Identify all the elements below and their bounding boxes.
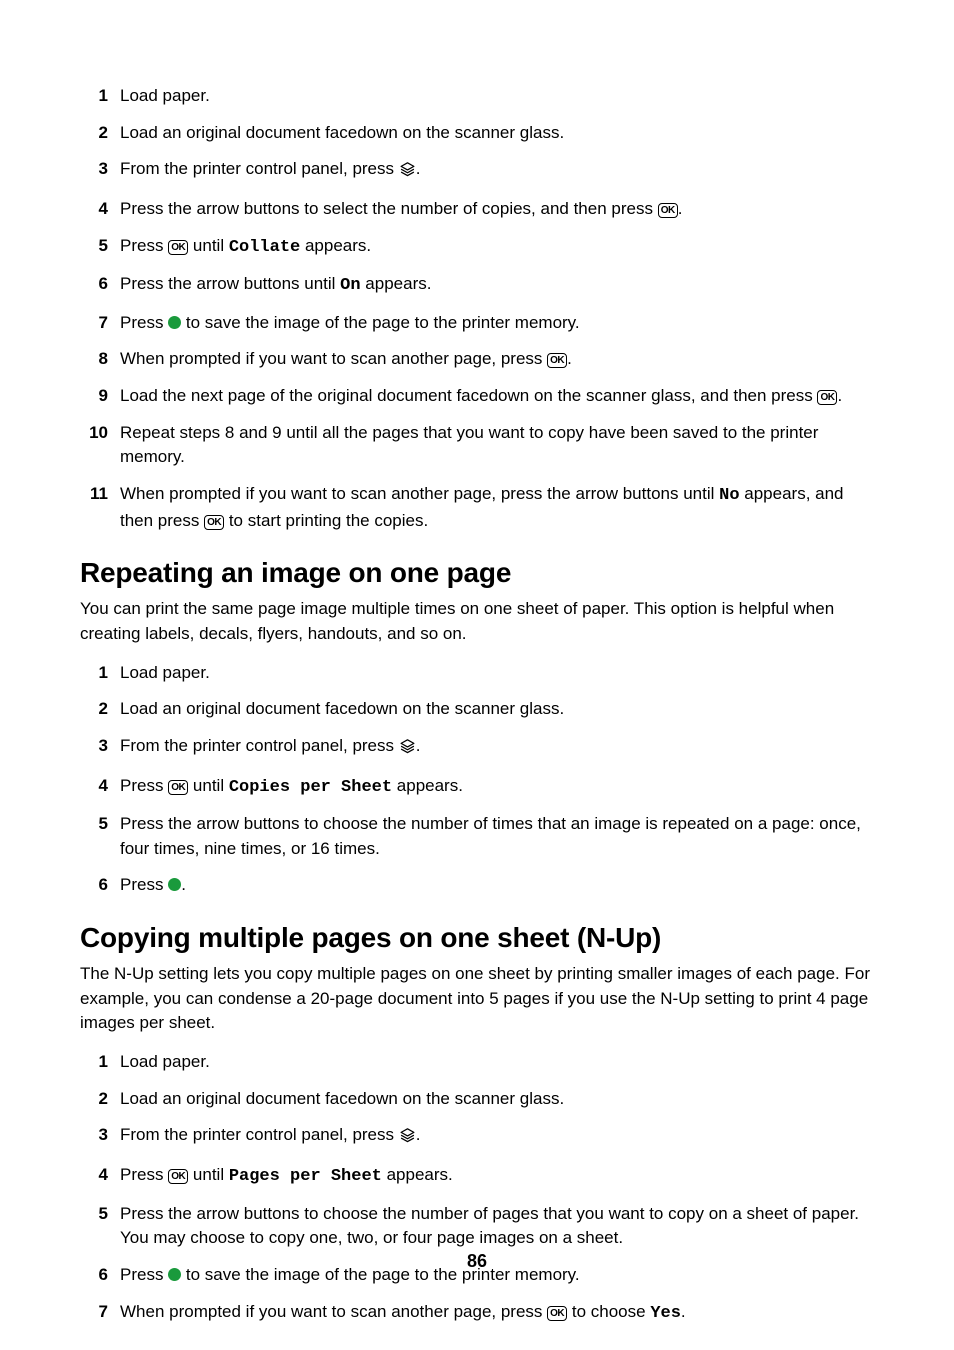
- step-item: Press the arrow buttons to choose the nu…: [80, 812, 874, 861]
- step-item: Press OK until Collate appears.: [80, 234, 874, 261]
- ok-key-icon: OK: [658, 203, 678, 218]
- copy-mode-icon: [399, 737, 416, 762]
- copy-mode-icon: [399, 160, 416, 185]
- step-item: Press the arrow buttons to choose the nu…: [80, 1202, 874, 1251]
- ok-key-icon: OK: [168, 240, 188, 255]
- display-label: No: [719, 486, 739, 505]
- step-item: Load an original document facedown on th…: [80, 121, 874, 146]
- step-item: Press the arrow buttons to select the nu…: [80, 197, 874, 222]
- copy-mode-icon: [399, 1126, 416, 1151]
- step-item: Press to save the image of the page to t…: [80, 311, 874, 336]
- step-item: Press .: [80, 873, 874, 898]
- step-item: Press OK until Copies per Sheet appears.: [80, 774, 874, 801]
- step-item: Load paper.: [80, 1050, 874, 1075]
- step-item: Load paper.: [80, 84, 874, 109]
- step-item: When prompted if you want to scan anothe…: [80, 482, 874, 533]
- ok-key-icon: OK: [547, 353, 567, 368]
- procedure-steps-c: Load paper. Load an original document fac…: [80, 1050, 874, 1326]
- page-number: 86: [0, 1251, 954, 1272]
- ok-key-icon: OK: [168, 1169, 188, 1184]
- para-nup: The N-Up setting lets you copy multiple …: [80, 962, 874, 1036]
- step-item: Load paper.: [80, 661, 874, 686]
- heading-repeating-image: Repeating an image on one page: [80, 557, 874, 589]
- step-item: Load the next page of the original docum…: [80, 384, 874, 409]
- step-item: When prompted if you want to scan anothe…: [80, 1300, 874, 1327]
- display-label: Pages per Sheet: [229, 1167, 382, 1186]
- start-button-icon: [168, 878, 181, 891]
- para-repeating-image: You can print the same page image multip…: [80, 597, 874, 646]
- display-label: Yes: [650, 1304, 681, 1323]
- ok-key-icon: OK: [168, 780, 188, 795]
- display-label: On: [340, 276, 360, 295]
- step-item: From the printer control panel, press .: [80, 734, 874, 762]
- heading-nup: Copying multiple pages on one sheet (N-U…: [80, 922, 874, 954]
- procedure-steps-b: Load paper. Load an original document fac…: [80, 661, 874, 898]
- display-label: Copies per Sheet: [229, 778, 392, 797]
- display-label: Collate: [229, 238, 300, 257]
- ok-key-icon: OK: [204, 515, 224, 530]
- procedure-steps-a: Load paper. Load an original document fac…: [80, 84, 874, 533]
- ok-key-icon: OK: [547, 1306, 567, 1321]
- step-item: When prompted if you want to scan anothe…: [80, 347, 874, 372]
- ok-key-icon: OK: [817, 390, 837, 405]
- start-button-icon: [168, 316, 181, 329]
- step-item: Load an original document facedown on th…: [80, 697, 874, 722]
- step-item: Press the arrow buttons until On appears…: [80, 272, 874, 299]
- step-item: Load an original document facedown on th…: [80, 1087, 874, 1112]
- step-item: Repeat steps 8 and 9 until all the pages…: [80, 421, 874, 470]
- step-item: From the printer control panel, press .: [80, 1123, 874, 1151]
- step-item: Press OK until Pages per Sheet appears.: [80, 1163, 874, 1190]
- step-item: From the printer control panel, press .: [80, 157, 874, 185]
